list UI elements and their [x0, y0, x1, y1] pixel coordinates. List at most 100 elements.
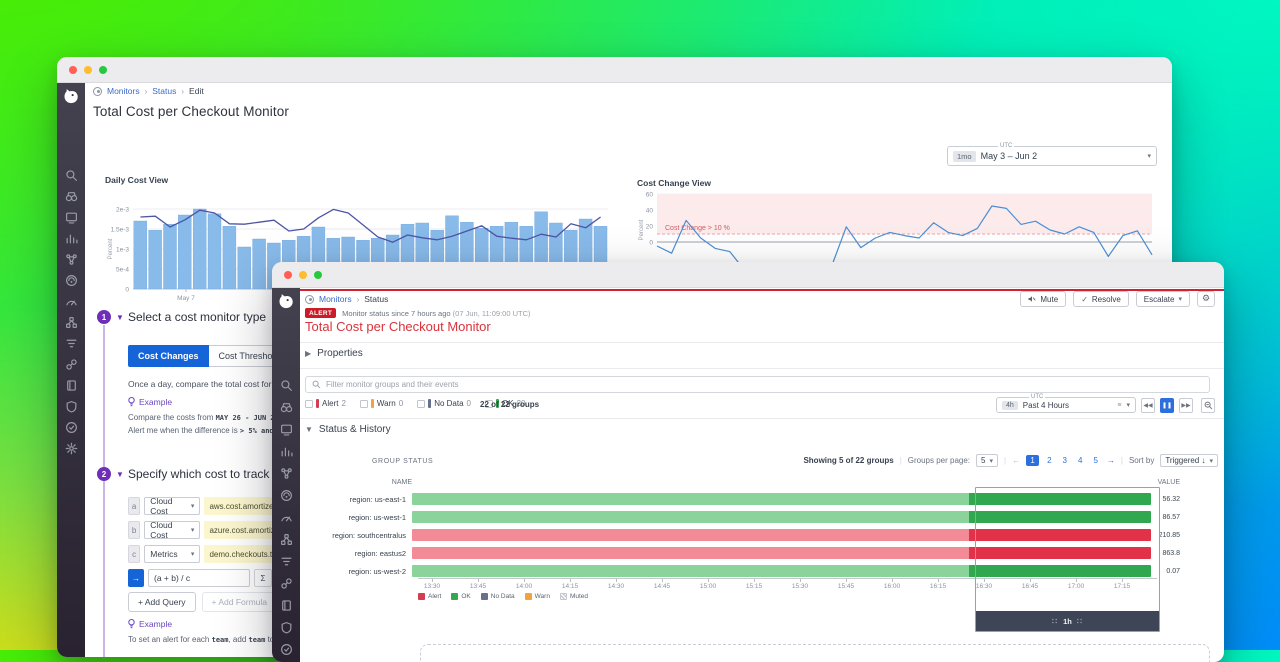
- group-name: region: southcentralus: [272, 531, 412, 540]
- page-5[interactable]: 5: [1090, 455, 1100, 466]
- status-chip-no-data[interactable]: No Data0: [417, 399, 471, 408]
- chart-title: Cost Change View: [637, 178, 711, 188]
- watchdog-icon[interactable]: [65, 190, 78, 203]
- monitors-icon[interactable]: [65, 274, 78, 287]
- monitors-icon: [305, 295, 314, 304]
- group-filter-input[interactable]: Filter monitor groups and their events: [305, 376, 1210, 393]
- infrastructure-icon[interactable]: [280, 467, 293, 480]
- status-chip-alert[interactable]: Alert2: [305, 399, 346, 408]
- example-link[interactable]: Example: [128, 619, 172, 629]
- notebooks-icon[interactable]: [65, 379, 78, 392]
- breadcrumb-status[interactable]: Status: [152, 86, 176, 96]
- evaluation-panel: [420, 644, 1210, 662]
- prev-page-arrow[interactable]: ←: [1012, 456, 1020, 465]
- next-page-arrow[interactable]: →: [1107, 456, 1115, 465]
- page-2[interactable]: 2: [1044, 455, 1054, 466]
- group-name: region: eastus2: [272, 549, 412, 558]
- window-titlebar[interactable]: [272, 262, 1224, 288]
- checkbox[interactable]: [360, 400, 368, 408]
- chevron-down-icon[interactable]: ▼: [116, 313, 124, 322]
- search-icon: [312, 380, 321, 389]
- settings-icon[interactable]: [65, 442, 78, 455]
- metrics-icon[interactable]: [65, 232, 78, 245]
- breadcrumb-edit: Edit: [189, 86, 204, 96]
- per-page-select[interactable]: 5▾: [976, 454, 998, 467]
- forward-button[interactable]: ▶▶: [1179, 398, 1193, 413]
- page-1[interactable]: 1: [1026, 455, 1039, 466]
- selection-drag-handle[interactable]: ∷ 1h ∷: [976, 611, 1159, 631]
- page-4[interactable]: 4: [1075, 455, 1085, 466]
- breadcrumb-separator: ›: [145, 87, 148, 96]
- group-name: region: us-west-1: [272, 513, 412, 522]
- legend-item-muted: Muted: [560, 593, 588, 600]
- time-tick: 15:00: [700, 583, 716, 590]
- metrics-icon[interactable]: [280, 445, 293, 458]
- traces-icon[interactable]: [65, 358, 78, 371]
- dashboards-icon[interactable]: [65, 211, 78, 224]
- window-titlebar[interactable]: [57, 57, 1172, 83]
- tab-cost-changes[interactable]: Cost Changes: [128, 345, 209, 367]
- processes-icon[interactable]: [65, 316, 78, 329]
- maximize-window-button[interactable]: [99, 66, 107, 74]
- dashboards-icon[interactable]: [280, 423, 293, 436]
- compliance-icon[interactable]: [65, 421, 78, 434]
- escalate-button[interactable]: Escalate ▾: [1136, 291, 1190, 307]
- minimize-window-button[interactable]: [84, 66, 92, 74]
- query-source-select[interactable]: Cloud Cost▾: [144, 521, 200, 539]
- sort-select[interactable]: Triggered ↓▾: [1160, 454, 1218, 467]
- datadog-logo-icon[interactable]: [277, 292, 295, 310]
- step-2-number: 2: [97, 467, 111, 481]
- maximize-window-button[interactable]: [314, 271, 322, 279]
- monitors-icon: [93, 87, 102, 96]
- security-icon[interactable]: [65, 400, 78, 413]
- add-formula-button[interactable]: + Add Formula: [202, 592, 278, 612]
- breadcrumb-monitors[interactable]: Monitors: [107, 86, 140, 96]
- checkbox[interactable]: [305, 400, 313, 408]
- name-column-header: NAME: [332, 479, 412, 486]
- svg-text:Percent: Percent: [108, 238, 114, 259]
- time-range-picker[interactable]: UTC 4h Past 4 Hours ≡ ▾: [996, 397, 1136, 413]
- time-selection-box[interactable]: ∷ 1h ∷: [975, 487, 1160, 632]
- logs-icon[interactable]: [65, 337, 78, 350]
- time-range-picker[interactable]: UTC 1mo May 3 – Jun 2 ▾: [947, 146, 1157, 166]
- query-source-select[interactable]: Metrics▾: [144, 545, 200, 563]
- minimize-window-button[interactable]: [299, 271, 307, 279]
- formula-field[interactable]: (a + b) / c: [148, 569, 250, 587]
- lightbulb-icon: [128, 397, 135, 407]
- datadog-logo-icon[interactable]: [62, 87, 80, 105]
- watchdog-icon[interactable]: [280, 401, 293, 414]
- infrastructure-icon[interactable]: [65, 253, 78, 266]
- checkbox[interactable]: [417, 400, 425, 408]
- mute-button[interactable]: Mute: [1020, 291, 1066, 307]
- query-source-select[interactable]: Cloud Cost▾: [144, 497, 200, 515]
- properties-toggle[interactable]: ▶ Properties: [305, 348, 363, 359]
- status-chip-warn[interactable]: Warn0: [360, 399, 403, 408]
- search-icon[interactable]: [280, 379, 293, 392]
- settings-button[interactable]: ⚙: [1197, 291, 1215, 307]
- close-window-button[interactable]: [69, 66, 77, 74]
- apm-icon[interactable]: [65, 295, 78, 308]
- breadcrumb-monitors[interactable]: Monitors: [319, 294, 352, 304]
- page-3[interactable]: 3: [1060, 455, 1070, 466]
- time-span-badge: 1mo: [953, 151, 976, 162]
- status-history-toggle[interactable]: ▼ Status & History: [305, 424, 391, 435]
- utc-label: UTC: [1029, 394, 1045, 400]
- close-window-button[interactable]: [284, 271, 292, 279]
- sort-by-label: Sort by: [1129, 456, 1154, 465]
- value-column-header: VALUE: [1158, 479, 1180, 486]
- zoom-out-icon[interactable]: [1201, 398, 1215, 413]
- chevron-down-icon[interactable]: ▼: [116, 470, 124, 479]
- security-icon[interactable]: [280, 621, 293, 634]
- add-query-button[interactable]: + Add Query: [128, 592, 196, 612]
- search-icon[interactable]: [65, 169, 78, 182]
- time-range-value: Past 4 Hours: [1023, 401, 1069, 410]
- example-link[interactable]: Example: [128, 397, 172, 407]
- resolve-button[interactable]: ✓ Resolve: [1073, 291, 1129, 307]
- notebooks-icon[interactable]: [280, 599, 293, 612]
- time-tick: 14:45: [654, 583, 670, 590]
- pause-button[interactable]: ❚❚: [1160, 398, 1174, 413]
- per-page-label: Groups per page:: [908, 456, 970, 465]
- sigma-button[interactable]: Σ: [254, 569, 272, 587]
- backward-button[interactable]: ◀◀: [1141, 398, 1155, 413]
- filter-placeholder: Filter monitor groups and their events: [326, 380, 459, 389]
